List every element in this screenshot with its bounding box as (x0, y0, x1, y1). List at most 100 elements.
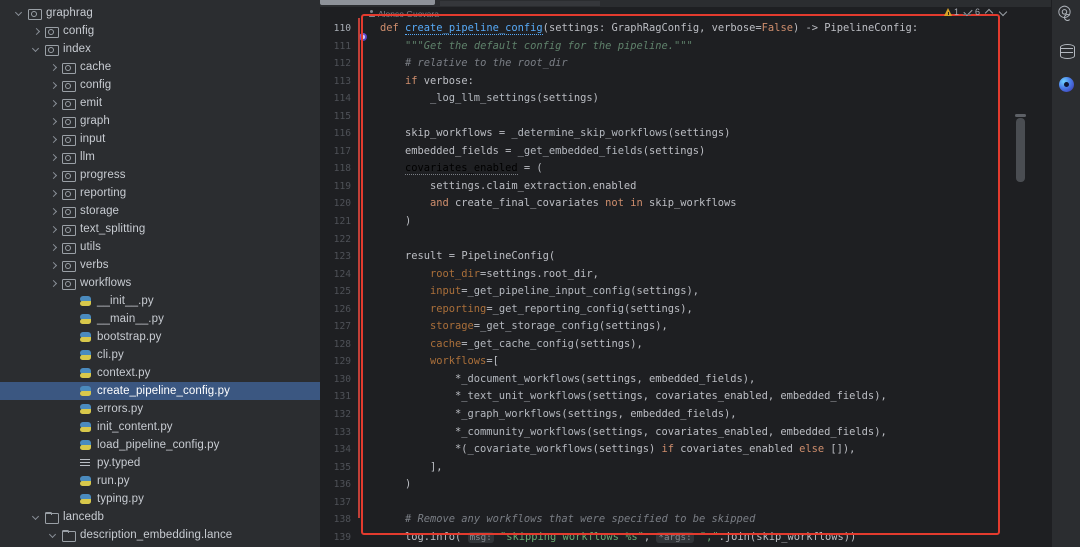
tree-item-init-content-py[interactable]: init_content.py (0, 418, 320, 436)
code-line[interactable]: 122 (320, 231, 1051, 249)
tree-item-create-pipeline-config-py[interactable]: create_pipeline_config.py (0, 382, 320, 400)
python-file-icon (78, 474, 92, 488)
code-line[interactable]: 115 (320, 108, 1051, 126)
code-line[interactable]: 117embedded_fields = _get_embedded_field… (320, 143, 1051, 161)
code-line[interactable]: 134*(_covariate_workflows(settings) if c… (320, 441, 1051, 459)
code-line[interactable]: 129workflows=[ (320, 353, 1051, 371)
tree-item-index[interactable]: index (0, 40, 320, 58)
code-line[interactable]: 119settings.claim_extraction.enabled (320, 178, 1051, 196)
chevron-right-icon[interactable] (48, 62, 59, 73)
code-line[interactable]: 110def create_pipeline_config(settings: … (320, 20, 1051, 38)
code-token: _community_workflows (461, 426, 586, 438)
chevron-right-icon[interactable] (48, 224, 59, 235)
code-token: # relative to the root_dir (405, 57, 568, 69)
code-line[interactable]: 126reporting=_get_reporting_config(setti… (320, 301, 1051, 319)
editor-tab-strip[interactable] (320, 0, 1051, 7)
code-line[interactable]: 130*_document_workflows(settings, embedd… (320, 371, 1051, 389)
code-line[interactable]: 136) (320, 476, 1051, 494)
next-problem-icon[interactable] (998, 7, 1008, 17)
tree-item-input[interactable]: input (0, 130, 320, 148)
chevron-right-icon[interactable] (48, 170, 59, 181)
tree-item-config[interactable]: config (0, 22, 320, 40)
chevron-right-icon[interactable] (48, 152, 59, 163)
project-tree-panel[interactable]: graphragconfigindexcacheconfigemitgraphi… (0, 0, 320, 547)
tree-item-workflows[interactable]: workflows (0, 274, 320, 292)
code-line[interactable]: 127storage=_get_storage_config(settings)… (320, 318, 1051, 336)
chevron-down-icon[interactable] (31, 44, 42, 55)
inspection-check-chip[interactable]: 6 (963, 7, 980, 17)
right-tool-strip[interactable] (1051, 0, 1080, 547)
chevron-right-icon[interactable] (48, 278, 59, 289)
tree-item-emit[interactable]: emit (0, 94, 320, 112)
tree-item-load-pipeline-config-py[interactable]: load_pipeline_config.py (0, 436, 320, 454)
tree-item-progress[interactable]: progress (0, 166, 320, 184)
tree-item-reporting[interactable]: reporting (0, 184, 320, 202)
chevron-right-icon[interactable] (48, 116, 59, 127)
tree-item-label: __init__.py (97, 295, 154, 307)
tree-item-cli-py[interactable]: cli.py (0, 346, 320, 364)
chevron-right-icon[interactable] (48, 80, 59, 91)
tree-item-lancedb[interactable]: lancedb (0, 508, 320, 526)
inspection-widget[interactable]: 1 6 (944, 4, 1008, 20)
tree-item-context-py[interactable]: context.py (0, 364, 320, 382)
tree-item-storage[interactable]: storage (0, 202, 320, 220)
tree-item-config[interactable]: config (0, 76, 320, 94)
tree-item-utils[interactable]: utils (0, 238, 320, 256)
chevron-right-icon[interactable] (48, 242, 59, 253)
editor-vertical-scrollbar[interactable] (1016, 118, 1025, 182)
tree-item-label: lancedb (63, 511, 104, 523)
code-line[interactable]: 121) (320, 213, 1051, 231)
spiral-icon[interactable] (1058, 8, 1075, 25)
tree-item-label: reporting (80, 187, 126, 199)
code-line[interactable]: 131*_text_unit_workflows(settings, covar… (320, 388, 1051, 406)
chevron-right-icon[interactable] (48, 260, 59, 271)
tree-item--init-py[interactable]: __init__.py (0, 292, 320, 310)
tree-item-errors-py[interactable]: errors.py (0, 400, 320, 418)
tree-item-verbs[interactable]: verbs (0, 256, 320, 274)
chevron-right-icon[interactable] (48, 206, 59, 217)
code-line[interactable]: 123result = PipelineConfig( (320, 248, 1051, 266)
previous-problem-icon[interactable] (984, 7, 994, 17)
tree-item-cache[interactable]: cache (0, 58, 320, 76)
tree-item-llm[interactable]: llm (0, 148, 320, 166)
code-line[interactable]: 114_log_llm_settings(settings) (320, 90, 1051, 108)
database-icon[interactable] (1058, 42, 1075, 59)
tree-item-py-typed[interactable]: py.typed (0, 454, 320, 472)
code-line[interactable]: 128cache=_get_cache_config(settings), (320, 336, 1051, 354)
code-line[interactable]: 138# Remove any workflows that were spec… (320, 511, 1051, 529)
code-token: settings (586, 373, 636, 385)
chevron-right-icon[interactable] (48, 134, 59, 145)
code-line[interactable]: 113if verbose: (320, 73, 1051, 91)
tree-item-typing-py[interactable]: typing.py (0, 490, 320, 508)
code-line[interactable]: 125input=_get_pipeline_input_config(sett… (320, 283, 1051, 301)
chevron-down-icon[interactable] (48, 530, 59, 541)
code-line[interactable]: 124root_dir=settings.root_dir, (320, 266, 1051, 284)
chevron-down-icon[interactable] (31, 512, 42, 523)
inspection-check-label: 6 (975, 7, 980, 17)
tree-item-run-py[interactable]: run.py (0, 472, 320, 490)
tree-item-bootstrap-py[interactable]: bootstrap.py (0, 328, 320, 346)
tree-item-description-embedding-lance[interactable]: description_embedding.lance (0, 526, 320, 544)
code-line[interactable]: 137 (320, 494, 1051, 512)
code-line[interactable]: 111"""Get the default config for the pip… (320, 38, 1051, 56)
code-line[interactable]: 120and create_final_covariates not in sk… (320, 195, 1051, 213)
tree-item-graphrag[interactable]: graphrag (0, 4, 320, 22)
chevron-right-icon[interactable] (31, 26, 42, 37)
code-line[interactable]: 135], (320, 459, 1051, 477)
code-line[interactable]: 133*_community_workflows(settings, covar… (320, 424, 1051, 442)
warning-count-chip[interactable]: 1 (944, 7, 959, 17)
editor-panel[interactable]: Alonso Guevara 1 6 110def create_pipelin… (320, 0, 1051, 547)
chevron-right-icon[interactable] (48, 98, 59, 109)
chevron-right-icon[interactable] (48, 188, 59, 199)
code-line[interactable]: 139log.info( msg: "skipping workflows %s… (320, 529, 1051, 547)
tree-item--main-py[interactable]: __main__.py (0, 310, 320, 328)
chevron-down-icon[interactable] (14, 8, 25, 19)
tree-item-text-splitting[interactable]: text_splitting (0, 220, 320, 238)
code-area[interactable]: 110def create_pipeline_config(settings: … (320, 20, 1051, 547)
ai-assistant-icon[interactable] (1058, 76, 1075, 93)
code-line[interactable]: 112# relative to the root_dir (320, 55, 1051, 73)
code-line[interactable]: 132*_graph_workflows(settings, embedded_… (320, 406, 1051, 424)
code-line[interactable]: 118covariates_enabled = ( (320, 160, 1051, 178)
tree-item-graph[interactable]: graph (0, 112, 320, 130)
code-line[interactable]: 116skip_workflows = _determine_skip_work… (320, 125, 1051, 143)
